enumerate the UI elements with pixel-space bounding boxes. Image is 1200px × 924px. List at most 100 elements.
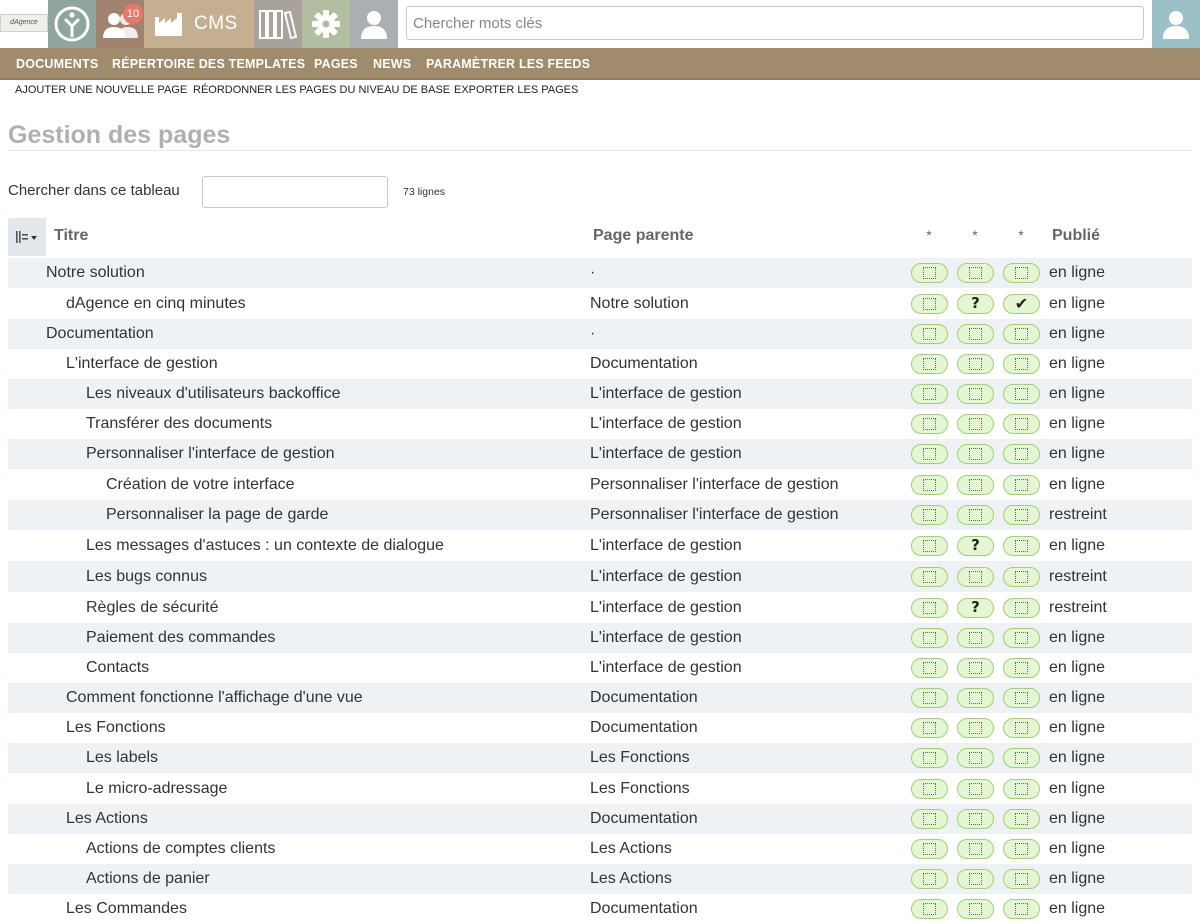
flag-toggle-3[interactable] [1003, 748, 1040, 768]
global-search-input[interactable] [406, 6, 1144, 40]
column-header-parent[interactable]: Page parente [593, 227, 693, 245]
publish-status[interactable]: en ligne [1049, 355, 1105, 373]
table-row[interactable]: Les labels Les Fonctions en ligne [8, 743, 1192, 773]
flag-toggle-1[interactable] [911, 505, 948, 525]
publish-status[interactable]: en ligne [1049, 749, 1105, 767]
nav-templates[interactable]: RÉPERTOIRE DES TEMPLATES [112, 48, 305, 80]
publish-status[interactable]: en ligne [1049, 810, 1105, 828]
add-page-link[interactable]: AJOUTER UNE NOUVELLE PAGE [15, 84, 187, 96]
table-row[interactable]: Les Fonctions Documentation en ligne [8, 713, 1192, 743]
flag-toggle-1[interactable] [911, 293, 948, 314]
publish-status[interactable]: en ligne [1049, 719, 1105, 737]
settings-button[interactable] [302, 0, 350, 48]
flag-toggle-2[interactable] [957, 444, 994, 464]
flag-toggle-3[interactable]: ✔ [1003, 293, 1040, 314]
table-row[interactable]: Contacts L'interface de gestion en ligne [8, 653, 1192, 683]
publish-status[interactable]: en ligne [1049, 537, 1105, 555]
flag-toggle-2[interactable] [957, 809, 994, 829]
column-header-published[interactable]: Publié [1052, 227, 1100, 245]
flag-toggle-1[interactable] [911, 839, 948, 859]
flag-toggle-2[interactable] [957, 474, 994, 495]
flag-toggle-3[interactable] [1003, 324, 1040, 344]
publish-status[interactable]: en ligne [1049, 476, 1105, 494]
flag-toggle-2[interactable] [957, 718, 994, 738]
export-pages-link[interactable]: EXPORTER LES PAGES [454, 84, 578, 96]
flag-toggle-1[interactable] [911, 597, 948, 618]
flag-toggle-3[interactable] [1003, 535, 1040, 556]
flag-toggle-1[interactable] [911, 474, 948, 495]
page-title-link[interactable]: Les bugs connus [86, 568, 207, 586]
flag-toggle-1[interactable] [911, 869, 948, 889]
nav-pages[interactable]: PAGES [314, 48, 358, 80]
flag-toggle-1[interactable] [911, 688, 948, 708]
table-row[interactable]: Personnaliser l'interface de gestion L'in… [8, 439, 1192, 469]
publish-status[interactable]: en ligne [1049, 295, 1105, 313]
cms-button[interactable]: CMS [144, 0, 254, 48]
page-title-link[interactable]: Les Fonctions [66, 719, 166, 737]
page-title-link[interactable]: Comment fonctionne l'affichage d'une vue [66, 689, 363, 707]
flag-toggle-1[interactable] [911, 658, 948, 678]
column-header-flag-3[interactable]: * [1011, 227, 1031, 243]
page-title-link[interactable]: Les niveaux d'utilisateurs backoffice [86, 385, 340, 403]
reorder-pages-link[interactable]: RÉORDONNER LES PAGES DU NIVEAU DE BASE [193, 84, 450, 96]
table-row[interactable]: Les Commandes Documentation en ligne [8, 894, 1192, 924]
page-title-link[interactable]: Le micro-adressage [86, 780, 227, 798]
column-header-flag-1[interactable]: * [919, 227, 939, 243]
flag-toggle-2[interactable] [957, 354, 994, 374]
flag-toggle-2[interactable] [957, 778, 994, 799]
flag-toggle-1[interactable] [911, 414, 948, 434]
flag-toggle-2[interactable] [957, 839, 994, 859]
flag-toggle-3[interactable] [1003, 263, 1040, 283]
page-title-link[interactable]: Les labels [86, 749, 158, 767]
flag-toggle-3[interactable] [1003, 597, 1040, 618]
flag-toggle-1[interactable] [911, 778, 948, 799]
publish-status[interactable]: en ligne [1049, 689, 1105, 707]
info-button[interactable] [48, 0, 96, 48]
page-title-link[interactable]: Notre solution [46, 264, 145, 282]
table-row[interactable]: Les messages d'astuces : un contexte de … [8, 530, 1192, 561]
flag-toggle-2[interactable] [957, 688, 994, 708]
publish-status[interactable]: en ligne [1049, 840, 1105, 858]
flag-toggle-2[interactable]: ? [957, 293, 994, 314]
table-row[interactable]: Actions de comptes clients Les Actions en … [8, 834, 1192, 864]
table-row[interactable]: L'interface de gestion Documentation en li… [8, 349, 1192, 379]
flag-toggle-2[interactable] [957, 566, 994, 587]
page-title-link[interactable]: Personnaliser l'interface de gestion [86, 445, 335, 463]
page-title-link[interactable]: Les Commandes [66, 900, 187, 918]
table-row[interactable]: Les bugs connus L'interface de gestion res… [8, 561, 1192, 592]
page-title-link[interactable]: Actions de comptes clients [86, 840, 275, 858]
flag-toggle-1[interactable] [911, 384, 948, 404]
table-row[interactable]: Les niveaux d'utilisateurs backoffice L'i… [8, 379, 1192, 409]
flag-toggle-2[interactable] [957, 505, 994, 525]
flag-toggle-1[interactable] [911, 809, 948, 829]
flag-toggle-3[interactable] [1003, 384, 1040, 404]
table-row[interactable]: Personnaliser la page de garde Personnali… [8, 500, 1192, 530]
flag-toggle-1[interactable] [911, 535, 948, 556]
flag-toggle-3[interactable] [1003, 354, 1040, 374]
publish-status[interactable]: en ligne [1049, 780, 1105, 798]
table-filter-input[interactable] [202, 176, 388, 208]
flag-toggle-2[interactable] [957, 324, 994, 344]
column-header-flag-2[interactable]: * [965, 227, 985, 243]
users-button[interactable]: 10 [96, 0, 144, 48]
table-row[interactable]: Création de votre interface Personnaliser… [8, 469, 1192, 500]
column-header-title[interactable]: Titre [54, 227, 88, 245]
page-title-link[interactable]: Transférer des documents [86, 415, 272, 433]
flag-toggle-3[interactable] [1003, 899, 1040, 919]
flag-toggle-2[interactable] [957, 414, 994, 434]
flag-toggle-2[interactable] [957, 658, 994, 678]
flag-toggle-2[interactable] [957, 748, 994, 768]
flag-toggle-1[interactable] [911, 566, 948, 587]
page-title-link[interactable]: Documentation [46, 325, 154, 343]
page-title-link[interactable]: Les Actions [66, 810, 148, 828]
flag-toggle-2[interactable] [957, 263, 994, 283]
table-row[interactable]: Les Actions Documentation en ligne [8, 804, 1192, 834]
flag-toggle-1[interactable] [911, 718, 948, 738]
column-sort-button[interactable] [8, 218, 46, 256]
page-title-link[interactable]: Personnaliser la page de garde [106, 506, 328, 524]
publish-status[interactable]: en ligne [1049, 629, 1105, 647]
publish-status[interactable]: restreint [1049, 506, 1107, 524]
flag-toggle-3[interactable] [1003, 566, 1040, 587]
page-title-link[interactable]: Règles de sécurité [86, 599, 219, 617]
table-row[interactable]: Règles de sécurité L'interface de gestion… [8, 592, 1192, 623]
